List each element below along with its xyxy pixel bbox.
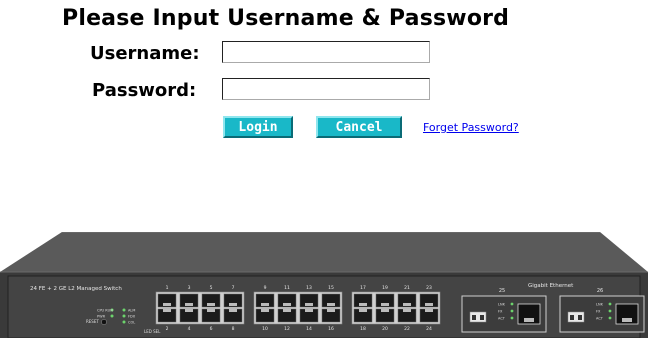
port-number-label: 20 (382, 326, 388, 332)
switch-device-image: 24 FE + 2 GE L2 Managed Switch Gigabit E… (0, 232, 648, 338)
username-label: Username: (90, 43, 200, 64)
port-number-label: 2 (166, 326, 169, 332)
port-number-label: 19 (382, 285, 388, 291)
port-number-label: 16 (328, 326, 334, 332)
gigabit-led (510, 302, 514, 306)
status-led (110, 314, 114, 318)
cancel-button[interactable]: Cancel (316, 116, 402, 138)
port-number-label: 15 (328, 285, 334, 291)
page-title: Please Input Username & Password (62, 6, 510, 31)
gigabit-led-label: LNK (498, 303, 506, 307)
username-field[interactable] (222, 41, 430, 63)
port-number-label: 18 (360, 326, 366, 332)
reset-button (101, 319, 107, 325)
port-number-label: 1 (166, 285, 169, 291)
status-led-label: FDX (128, 314, 136, 318)
port-number-label: 17 (360, 285, 366, 291)
switch-illustration: 24 FE + 2 GE L2 Managed Switch Gigabit E… (0, 232, 648, 338)
port-number-label: 5 (210, 285, 213, 291)
switch-model-label: 24 FE + 2 GE L2 Managed Switch (30, 286, 122, 292)
reset-label: RESET (86, 319, 99, 324)
port-number-label: 3 (188, 285, 191, 291)
status-led-label: COL (128, 320, 135, 324)
gigabit-led (510, 309, 514, 313)
port-number-label: 21 (404, 285, 410, 291)
port-number-label: 11 (284, 285, 290, 291)
gigabit-led-label: ACT (498, 317, 506, 321)
forget-password-link[interactable]: Forget Password? (423, 121, 519, 134)
status-led (122, 308, 126, 312)
led-sel-label: LED SEL (144, 329, 161, 334)
port-number-label: 14 (306, 326, 312, 332)
port-number-label: 22 (404, 326, 410, 332)
port-number-label: 7 (232, 285, 235, 291)
status-led-label: PWR (97, 314, 106, 318)
port-number-label: 24 (426, 326, 432, 332)
gigabit-ethernet-label: Gigabit Ethernet (528, 283, 574, 289)
gigabit-led (510, 316, 514, 320)
password-label: Password: (92, 80, 197, 101)
gigabit-led (608, 316, 612, 320)
port-number-label: 23 (426, 285, 432, 291)
port-number-label: 6 (210, 326, 213, 332)
gigabit-led-label: FX (498, 310, 503, 314)
switch-top-panel (0, 232, 648, 272)
port-number-label: 9 (264, 285, 267, 291)
status-led (122, 314, 126, 318)
gigabit-port-number: 25 (499, 288, 505, 294)
gigabit-led (608, 309, 612, 313)
port-number-label: 13 (306, 285, 312, 291)
status-led (122, 320, 126, 324)
port-number-label: 8 (232, 326, 235, 332)
gigabit-led-label: FX (596, 310, 601, 314)
gigabit-led-label: LNK (596, 303, 604, 307)
gigabit-port-number: 26 (597, 288, 603, 294)
gigabit-led (608, 302, 612, 306)
port-number-label: 10 (262, 326, 268, 332)
port-number-label: 12 (284, 326, 290, 332)
status-led-label: CPU RUN (97, 308, 113, 312)
status-led-label: ALM (128, 308, 135, 312)
port-number-label: 4 (188, 326, 191, 332)
gigabit-led-label: ACT (596, 317, 604, 321)
password-field[interactable] (222, 78, 430, 100)
login-button[interactable]: Login (223, 116, 293, 138)
